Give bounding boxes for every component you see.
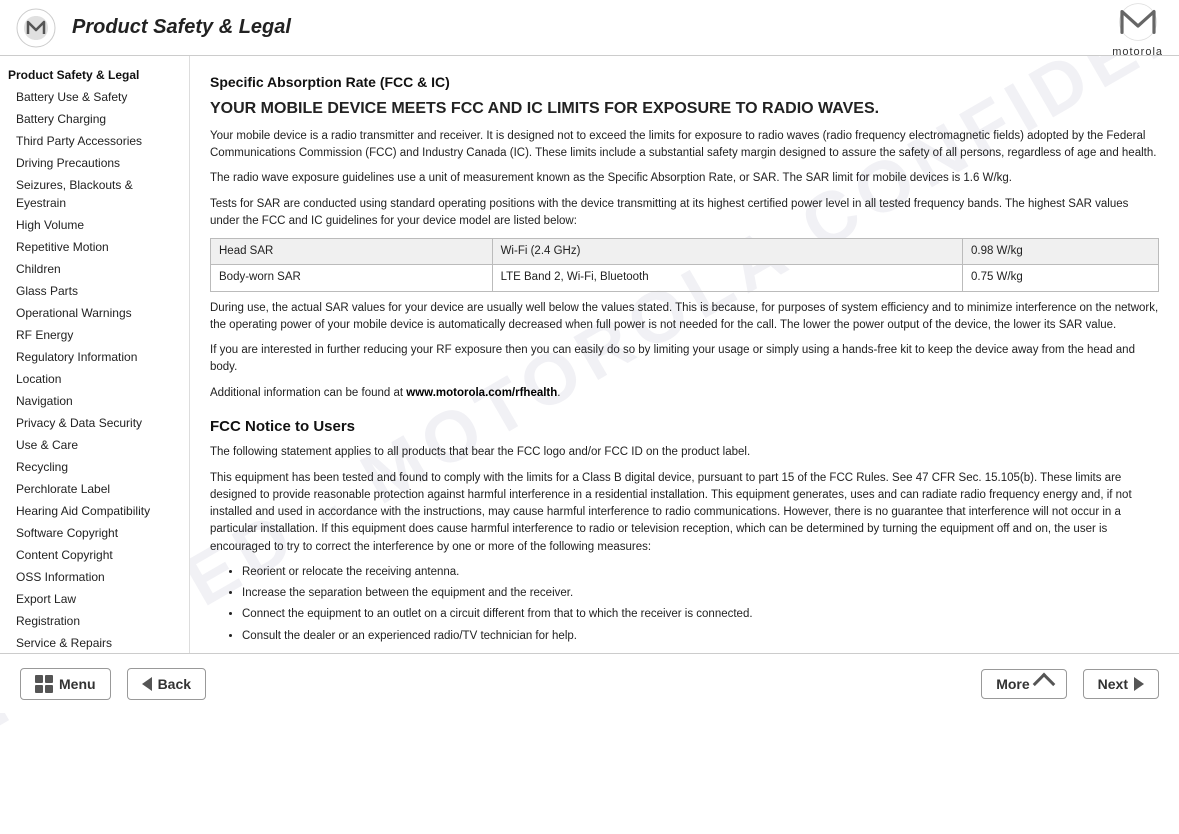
sidebar-item-children[interactable]: Children [0,258,189,280]
sidebar-item-registration[interactable]: Registration [0,610,189,632]
motorola-logo-header [16,8,56,48]
fcc-bullets: Reorient or relocate the receiving anten… [226,564,1159,645]
sar-para1: Your mobile device is a radio transmitte… [210,128,1159,163]
sar-title: Specific Absorption Rate (FCC & IC) [210,72,1159,93]
sidebar-item-location[interactable]: Location [0,368,189,390]
sidebar-item-export-law[interactable]: Export Law [0,588,189,610]
sidebar-item-content-copyright[interactable]: Content Copyright [0,544,189,566]
menu-label: Menu [59,676,96,692]
sidebar-item-glass-parts[interactable]: Glass Parts [0,280,189,302]
sidebar-item-service-repairs[interactable]: Service & Repairs [0,632,189,653]
sar-row2-freq: LTE Band 2, Wi-Fi, Bluetooth [492,265,962,291]
sar-para3: Tests for SAR are conducted using standa… [210,196,1159,231]
sidebar-item-regulatory[interactable]: Regulatory Information [0,346,189,368]
sidebar-item-software-copyright[interactable]: Software Copyright [0,522,189,544]
sar-table: Head SAR Wi-Fi (2.4 GHz) 0.98 W/kg Body-… [210,238,1159,292]
header: Product Safety & Legal motorola [0,0,1179,56]
sar-row1-value: 0.98 W/kg [962,239,1158,265]
sar-para2: The radio wave exposure guidelines use a… [210,170,1159,187]
sidebar-item-operational-warnings[interactable]: Operational Warnings [0,302,189,324]
sar-row2-label: Body-worn SAR [211,265,493,291]
sidebar-item-high-volume[interactable]: High Volume [0,214,189,236]
sidebar-item-navigation[interactable]: Navigation [0,390,189,412]
next-icon [1134,677,1144,691]
fcc-bullet-2: Increase the separation between the equi… [242,585,1159,602]
sidebar-item-oss[interactable]: OSS Information [0,566,189,588]
footer-nav: Menu Back More Next [0,653,1179,713]
footer-left: Menu Back [20,668,206,700]
sidebar-item-third-party[interactable]: Third Party Accessories [0,130,189,152]
sar-row1-label: Head SAR [211,239,493,265]
fcc-bullet-3: Connect the equipment to an outlet on a … [242,606,1159,623]
sidebar-item-recycling[interactable]: Recycling [0,456,189,478]
sar-row2-value: 0.75 W/kg [962,265,1158,291]
fcc-para1: The following statement applies to all p… [210,444,1159,461]
sidebar-item-hearing-aid[interactable]: Hearing Aid Compatibility [0,500,189,522]
back-label: Back [158,676,191,692]
more-button[interactable]: More [981,669,1066,699]
menu-icon [35,675,53,693]
fcc-para2: This equipment has been tested and found… [210,470,1159,556]
more-label: More [996,676,1029,692]
sidebar-item-use-care[interactable]: Use & Care [0,434,189,456]
next-button[interactable]: Next [1083,669,1159,699]
motorola-brand-logo: motorola [1112,0,1163,58]
sar-para4: During use, the actual SAR values for yo… [210,300,1159,335]
sidebar-item-privacy[interactable]: Privacy & Data Security [0,412,189,434]
sar-link[interactable]: www.motorola.com/rfhealth [406,387,557,399]
sidebar-item-seizures[interactable]: Seizures, Blackouts & Eyestrain [0,174,189,214]
sidebar-section-title: Product Safety & Legal [0,64,189,86]
sidebar-item-rf-energy[interactable]: RF Energy [0,324,189,346]
next-label: Next [1098,676,1128,692]
back-icon [142,677,152,691]
sar-para5: If you are interested in further reducin… [210,342,1159,377]
fcc-bullet-4: Consult the dealer or an experienced rad… [242,628,1159,645]
sar-para6: Additional information can be found at w… [210,385,1159,402]
footer-right: More Next [981,669,1159,699]
fcc-bullet-1: Reorient or relocate the receiving anten… [242,564,1159,581]
main-layout: Product Safety & Legal Battery Use & Saf… [0,56,1179,653]
sar-row1-freq: Wi-Fi (2.4 GHz) [492,239,962,265]
page-title: Product Safety & Legal [72,16,1112,39]
sidebar-item-perchlorate[interactable]: Perchlorate Label [0,478,189,500]
content-area: Specific Absorption Rate (FCC & IC) YOUR… [190,56,1179,653]
sidebar-item-battery-charging[interactable]: Battery Charging [0,108,189,130]
more-icon [1036,676,1052,692]
back-button[interactable]: Back [127,668,206,700]
menu-button[interactable]: Menu [20,668,111,700]
sidebar-item-driving[interactable]: Driving Precautions [0,152,189,174]
sidebar-item-repetitive-motion[interactable]: Repetitive Motion [0,236,189,258]
sidebar-item-battery-use[interactable]: Battery Use & Safety [0,86,189,108]
fcc-title: FCC Notice to Users [210,416,1159,439]
sar-heading: YOUR MOBILE DEVICE MEETS FCC AND IC LIMI… [210,99,1159,120]
sidebar: Product Safety & Legal Battery Use & Saf… [0,56,190,653]
